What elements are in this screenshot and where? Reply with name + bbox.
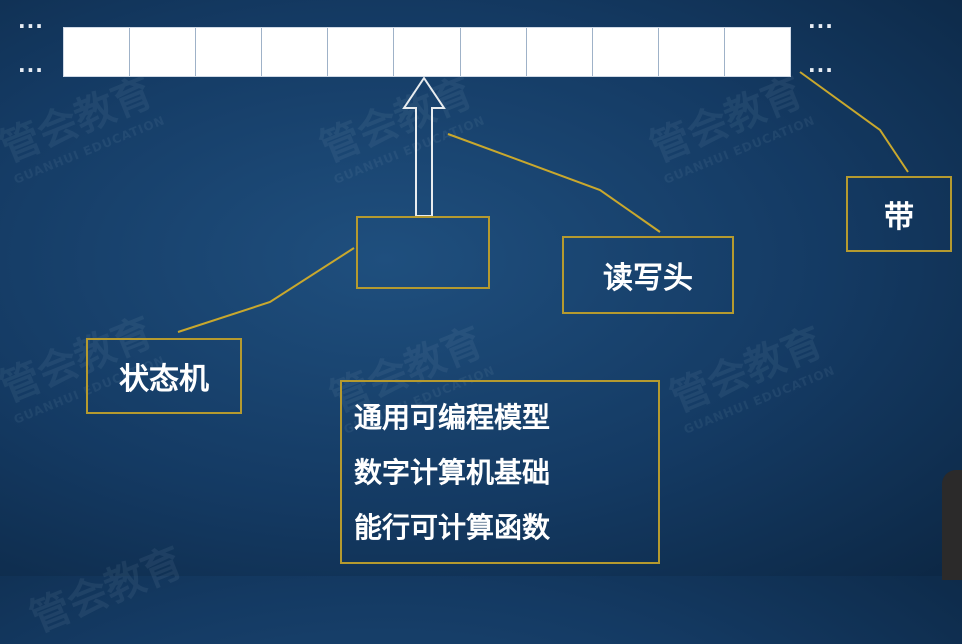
tape-label-text: 带 [884,200,914,235]
description-line-2: 数字计算机基础 [354,455,551,489]
state-machine-label-connector [177,247,355,333]
description-line-1: 通用可编程模型 [354,400,551,434]
description-box: 通用可编程模型 数字计算机基础 能行可计算函数 [340,380,660,564]
state-machine-label: 状态机 [86,338,242,414]
description-line-3: 能行可计算函数 [354,510,551,544]
head-arrow [402,76,446,217]
tape-label-connector [799,71,909,173]
read-write-head-label-text: 读写头 [603,261,693,296]
tape-label: 带 [846,176,952,252]
presenter-figure [942,470,962,580]
state-machine-box [356,216,490,289]
state-machine-label-text: 状态机 [119,362,209,397]
read-write-head-label: 读写头 [562,236,734,314]
